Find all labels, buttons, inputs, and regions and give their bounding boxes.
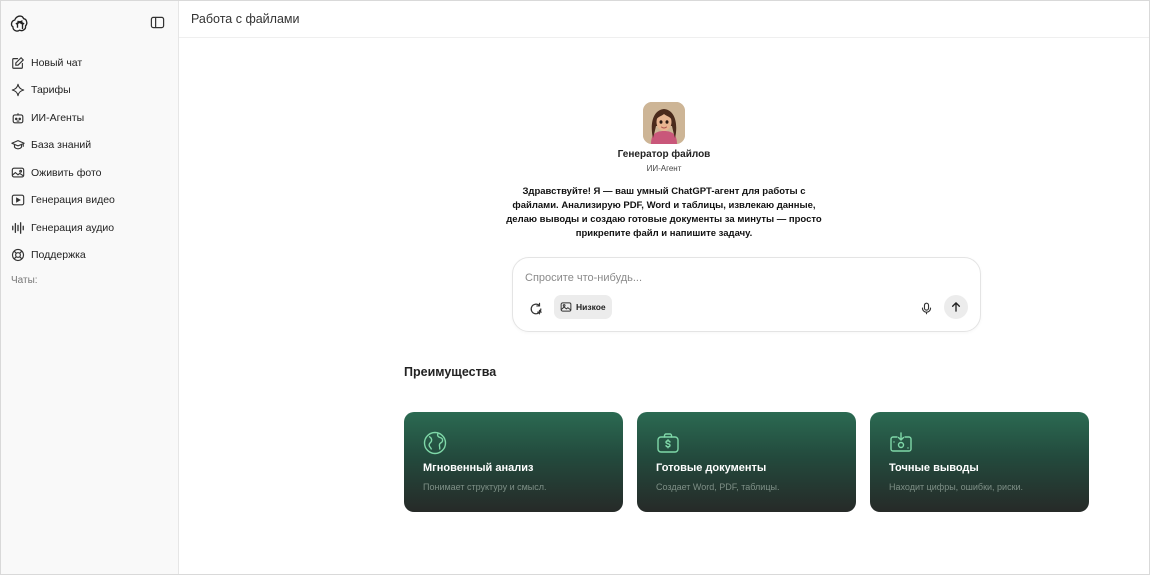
card-subtitle: Понимает структуру и смысл. bbox=[423, 482, 547, 492]
sidebar-item-audio-generation[interactable]: Генерация аудио bbox=[1, 214, 178, 242]
send-button[interactable] bbox=[944, 295, 968, 319]
video-icon bbox=[11, 193, 25, 207]
support-icon bbox=[11, 248, 25, 262]
advantage-card-ready-documents[interactable]: Готовые документы Создает Word, PDF, таб… bbox=[637, 412, 856, 512]
advantage-card-accurate-conclusions[interactable]: Точные выводы Находит цифры, ошибки, рис… bbox=[870, 412, 1089, 512]
card-title: Мгновенный анализ bbox=[423, 462, 534, 474]
microphone-icon bbox=[921, 302, 931, 314]
sidebar-item-new-chat[interactable]: Новый чат bbox=[1, 49, 178, 77]
edit-icon bbox=[11, 56, 25, 70]
card-subtitle: Находит цифры, ошибки, риски. bbox=[889, 482, 1024, 492]
sidebar-nav: Новый чат Тарифы ИИ-Агенты База знаний О… bbox=[1, 49, 178, 269]
sidebar-item-support[interactable]: Поддержка bbox=[1, 242, 178, 270]
agent-name: Генератор файлов bbox=[617, 149, 711, 160]
attach-button[interactable] bbox=[527, 300, 545, 318]
card-subtitle: Создает Word, PDF, таблицы. bbox=[656, 482, 780, 492]
sidebar-item-knowledge-base[interactable]: База знаний bbox=[1, 132, 178, 160]
app-window: Новый чат Тарифы ИИ-Агенты База знаний О… bbox=[0, 0, 1150, 575]
sidebar-item-label: База знаний bbox=[31, 139, 92, 152]
message-composer[interactable]: Спросите что-нибудь... Низкое bbox=[512, 257, 981, 332]
sidebar-item-label: Новый чат bbox=[31, 56, 83, 69]
chats-section-label: Чаты: bbox=[11, 275, 38, 286]
agent-intro: Генератор файлов ИИ-Агент Здравствуйте! … bbox=[179, 102, 1149, 241]
graduation-cap-icon bbox=[11, 138, 25, 152]
sidebar-item-tariffs[interactable]: Тарифы bbox=[1, 77, 178, 105]
audio-wave-icon bbox=[11, 221, 25, 235]
agent-greeting: Здравствуйте! Я — ваш умный ChatGPT-аген… bbox=[506, 186, 822, 239]
sidebar-item-ai-agents[interactable]: ИИ-Агенты bbox=[1, 104, 178, 132]
logo-icon[interactable] bbox=[10, 14, 30, 34]
advantages-title: Преимущества bbox=[404, 365, 497, 379]
sidebar-item-label: Поддержка bbox=[31, 249, 86, 262]
attach-refresh-icon bbox=[530, 302, 542, 315]
sidebar-toggle-icon[interactable] bbox=[150, 15, 165, 30]
arrow-up-icon bbox=[951, 302, 961, 312]
sparkle-icon bbox=[11, 83, 25, 97]
sidebar-item-label: Оживить фото bbox=[31, 166, 102, 179]
sidebar-item-label: Тарифы bbox=[31, 84, 71, 97]
robot-icon bbox=[11, 111, 25, 125]
photo-animate-icon bbox=[11, 166, 25, 180]
money-download-icon bbox=[889, 431, 913, 455]
sidebar-item-animate-photo[interactable]: Оживить фото bbox=[1, 159, 178, 187]
advantage-card-instant-analysis[interactable]: Мгновенный анализ Понимает структуру и с… bbox=[404, 412, 623, 512]
sidebar: Новый чат Тарифы ИИ-Агенты База знаний О… bbox=[1, 1, 179, 574]
message-input[interactable]: Спросите что-нибудь... bbox=[525, 272, 642, 284]
sidebar-item-video-generation[interactable]: Генерация видео bbox=[1, 187, 178, 215]
sidebar-item-label: ИИ-Агенты bbox=[31, 111, 85, 124]
image-icon bbox=[560, 302, 572, 312]
agent-avatar bbox=[643, 102, 685, 144]
microphone-button[interactable] bbox=[918, 300, 934, 316]
globe-icon bbox=[423, 431, 447, 455]
advantages-cards: Мгновенный анализ Понимает структуру и с… bbox=[404, 412, 1089, 512]
sidebar-item-label: Генерация видео bbox=[31, 194, 115, 207]
quality-select[interactable]: Низкое bbox=[554, 295, 612, 319]
quality-label: Низкое bbox=[576, 302, 606, 312]
agent-type-label: ИИ-Агент bbox=[646, 164, 682, 173]
card-title: Точные выводы bbox=[889, 462, 979, 474]
sidebar-item-label: Генерация аудио bbox=[31, 221, 115, 234]
card-title: Готовые документы bbox=[656, 462, 767, 474]
page-title: Работа с файлами bbox=[191, 12, 300, 26]
main-panel: Работа с файлами Генератор файлов ИИ-Аге… bbox=[179, 1, 1149, 574]
top-bar: Работа с файлами bbox=[179, 1, 1149, 38]
briefcase-dollar-icon bbox=[656, 431, 680, 455]
